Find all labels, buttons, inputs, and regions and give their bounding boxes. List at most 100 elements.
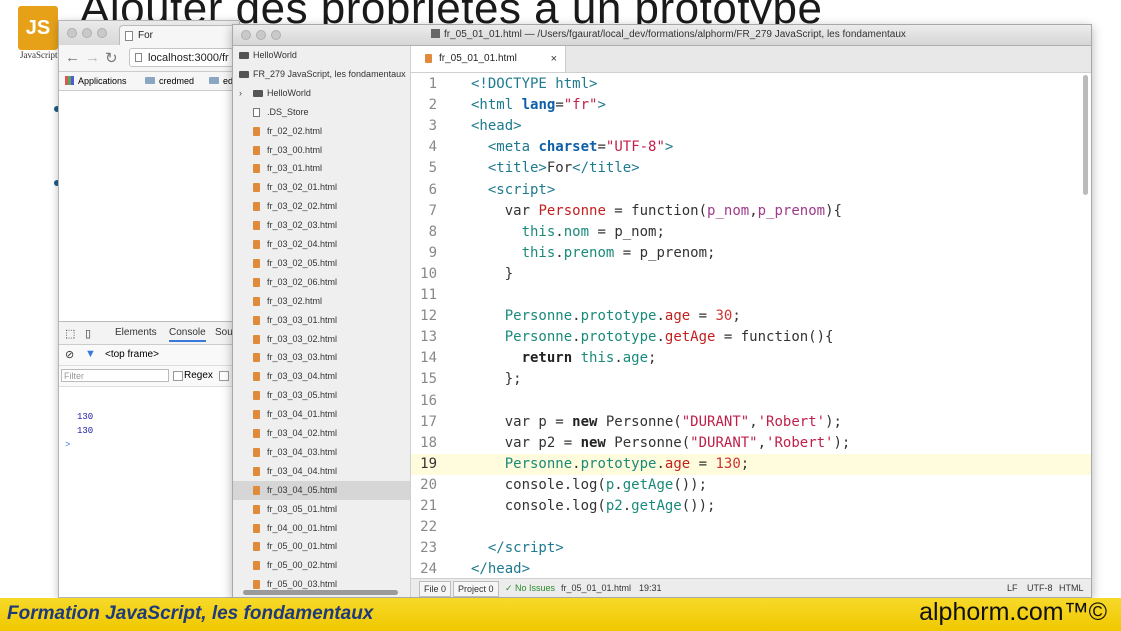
code-line[interactable]: 3 <head> (411, 116, 1091, 137)
status-project-count[interactable]: Project 0 (453, 581, 499, 597)
tree-folder[interactable]: HelloWorld (233, 46, 410, 65)
reload-icon[interactable]: ↻ (105, 49, 118, 67)
code-line[interactable]: 20 console.log(p.getAge()); (411, 475, 1091, 496)
code-line[interactable]: 13 Personne.prototype.getAge = function(… (411, 327, 1091, 348)
code-line[interactable]: 21 console.log(p2.getAge()); (411, 496, 1091, 517)
tree-file[interactable]: fr_03_02_03.html (233, 216, 410, 235)
tab-elements[interactable]: Elements (115, 327, 157, 338)
html-file-icon (253, 447, 260, 457)
tree-file[interactable]: fr_03_01.html (233, 159, 410, 178)
tree-file[interactable]: fr_03_04_04.html (233, 462, 410, 481)
tree-file[interactable]: fr_03_02_02.html (233, 197, 410, 216)
tree-item-label: fr_03_02_04.html (267, 239, 338, 249)
tree-file[interactable]: fr_03_02_04.html (233, 235, 410, 254)
tree-file[interactable]: fr_03_05_01.html (233, 500, 410, 519)
close-window-button[interactable] (67, 28, 77, 38)
tree-file[interactable]: fr_03_04_05.html (233, 480, 410, 500)
tree-item-label: HelloWorld (267, 87, 311, 98)
minimize-window-button[interactable] (256, 30, 266, 40)
console-prompt[interactable]: > (65, 440, 70, 450)
code-line[interactable]: 5 <title>For</title> (411, 158, 1091, 179)
close-window-button[interactable] (241, 30, 251, 40)
minimize-window-button[interactable] (82, 28, 92, 38)
zoom-window-button[interactable] (97, 28, 107, 38)
code-line[interactable]: 7 var Personne = function(p_nom,p_prenom… (411, 201, 1091, 222)
zoom-window-button[interactable] (271, 30, 281, 40)
close-tab-icon[interactable]: × (551, 46, 557, 72)
back-arrow-icon[interactable]: ← (65, 49, 80, 66)
tree-file[interactable]: fr_03_04_02.html (233, 424, 410, 443)
address-bar[interactable]: localhost:3000/fr (129, 48, 239, 67)
browser-tab[interactable]: For (119, 25, 239, 45)
tree-file[interactable]: fr_05_00_01.html (233, 537, 410, 556)
tree-folder[interactable]: › HelloWorld (233, 84, 410, 103)
code-text: Personne.prototype.getAge = function(){ (504, 329, 834, 346)
code-line[interactable]: 2 <html lang="fr"> (411, 95, 1091, 116)
console-filter-input[interactable]: Filter (61, 369, 169, 382)
tab-sources[interactable]: Sou (215, 327, 233, 338)
status-encoding[interactable]: UTF-8 (1027, 579, 1053, 597)
tree-file[interactable]: fr_03_02_06.html (233, 273, 410, 292)
status-cursor-position[interactable]: 19:31 (639, 579, 662, 597)
status-filename[interactable]: fr_05_01_01.html (561, 579, 631, 597)
tree-file[interactable]: fr_03_03_01.html (233, 311, 410, 330)
status-line-ending[interactable]: LF (1007, 579, 1018, 597)
editor-scrollbar[interactable] (1083, 75, 1088, 195)
code-line[interactable]: 11 (411, 285, 1091, 306)
editor-window: fr_05_01_01.html — /Users/fgaurat/local_… (232, 24, 1092, 598)
line-number: 15 (420, 371, 437, 388)
tree-file[interactable]: fr_03_04_03.html (233, 443, 410, 462)
tree-file[interactable]: .DS_Store (233, 103, 410, 122)
forward-arrow-icon[interactable]: → (85, 49, 100, 66)
status-issues[interactable]: ✓ No Issues (505, 579, 555, 597)
code-line[interactable]: 22 (411, 517, 1091, 538)
tree-file[interactable]: fr_02_02.html (233, 122, 410, 141)
tree-item-label: HelloWorld (253, 50, 297, 60)
tree-file[interactable]: fr_03_02_01.html (233, 178, 410, 197)
regex-checkbox[interactable] (173, 371, 183, 381)
code-line[interactable]: 17 var p = new Personne("DURANT",'Robert… (411, 412, 1091, 433)
code-line[interactable]: 1 <!DOCTYPE html> (411, 74, 1091, 95)
tree-file[interactable]: fr_03_03_05.html (233, 386, 410, 405)
line-number: 3 (428, 118, 437, 135)
tree-scrollbar[interactable] (243, 590, 398, 595)
code-line[interactable]: 18 var p2 = new Personne("DURANT",'Rober… (411, 433, 1091, 454)
code-line[interactable]: 19 Personne.prototype.age = 130; (411, 453, 1091, 475)
code-line[interactable]: 14 return this.age; (411, 348, 1091, 369)
code-line[interactable]: 9 this.prenom = p_prenom; (411, 243, 1091, 264)
status-file-count[interactable]: File 0 (419, 581, 452, 597)
code-line[interactable]: 16 (411, 391, 1091, 412)
tree-file[interactable]: fr_03_03_03.html (233, 348, 410, 367)
code-line[interactable]: 8 this.nom = p_nom; (411, 222, 1091, 243)
tree-file[interactable]: fr_03_02_05.html (233, 254, 410, 273)
inspect-element-icon[interactable]: ⬚ (65, 327, 75, 340)
filter-funnel-icon[interactable]: ▼ (85, 348, 96, 360)
code-line[interactable]: 12 Personne.prototype.age = 30; (411, 306, 1091, 327)
hide-network-checkbox[interactable] (219, 371, 229, 381)
device-mode-icon[interactable]: ▯ (85, 327, 91, 340)
tree-file[interactable]: fr_03_02.html (233, 292, 410, 311)
status-grammar[interactable]: HTML (1059, 579, 1084, 597)
clear-console-icon[interactable]: ⊘ (65, 348, 74, 361)
chevron-right-icon[interactable]: › (239, 84, 242, 103)
code-line[interactable]: 10 } (411, 264, 1091, 285)
tree-file[interactable]: fr_05_00_02.html (233, 556, 410, 575)
tree-file[interactable]: fr_04_00_01.html (233, 519, 410, 538)
tree-file[interactable]: fr_03_04_01.html (233, 405, 410, 424)
bookmark-credmed[interactable]: credmed (145, 72, 194, 90)
code-line[interactable]: 4 <meta charset="UTF-8"> (411, 137, 1091, 158)
code-line[interactable]: 15 }; (411, 369, 1091, 390)
tree-file[interactable]: fr_03_00.html (233, 141, 410, 160)
bookmark-ed[interactable]: ed (209, 72, 233, 90)
code-line[interactable]: 6 <script> (411, 180, 1091, 201)
file-tab[interactable]: fr_05_01_01.html × (411, 46, 566, 72)
code-line[interactable]: 23 </script> (411, 538, 1091, 559)
tree-folder[interactable]: FR_279 JavaScript, les fondamentaux (233, 65, 410, 84)
tab-console[interactable]: Console (169, 327, 206, 342)
tree-file[interactable]: fr_03_03_02.html (233, 330, 410, 349)
tree-file[interactable]: fr_03_03_04.html (233, 367, 410, 386)
frame-selector[interactable]: <top frame> (105, 349, 159, 360)
code-editor[interactable]: 1 <!DOCTYPE html> 2 <html lang="fr"> 3 <head>… (411, 73, 1091, 579)
bookmark-applications[interactable]: Applications (65, 72, 127, 90)
code-line[interactable]: 24 </head> (411, 559, 1091, 579)
